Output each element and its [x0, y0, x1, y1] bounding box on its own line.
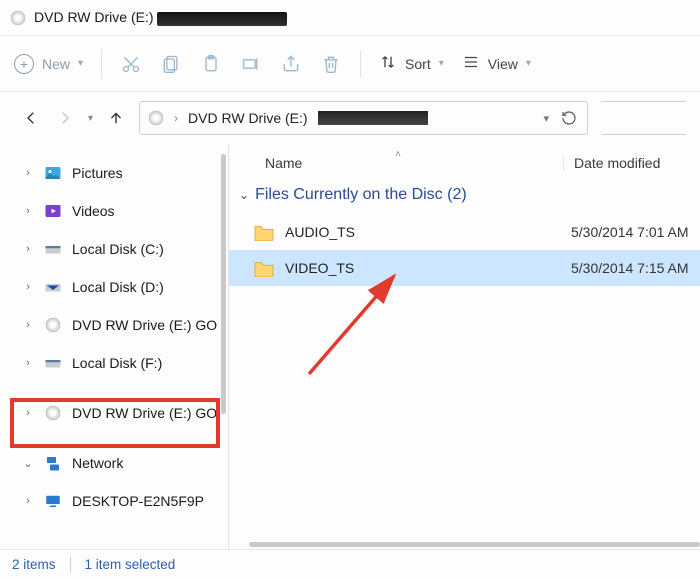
title-prefix: DVD RW Drive (E:) [34, 9, 154, 25]
refresh-button[interactable] [559, 108, 579, 128]
divider [360, 50, 361, 78]
view-icon [462, 53, 480, 74]
copy-icon[interactable] [160, 53, 182, 75]
tree-label: Pictures [72, 165, 123, 181]
horizontal-scrollbar[interactable] [249, 542, 700, 547]
pc-icon [44, 492, 62, 510]
sort-button[interactable]: Sort ▾ [379, 53, 444, 74]
expand-icon[interactable]: › [22, 319, 34, 331]
file-name: AUDIO_TS [285, 224, 571, 240]
drive-icon [44, 278, 62, 296]
back-button[interactable] [20, 107, 42, 129]
tree-label: Local Disk (F:) [72, 355, 162, 371]
plus-icon: + [14, 54, 34, 74]
column-name[interactable]: Name ˄ [265, 155, 563, 171]
expand-icon[interactable]: › [22, 495, 34, 507]
annotation-highlight [10, 398, 220, 448]
view-button[interactable]: View ▾ [462, 53, 531, 74]
collapse-icon[interactable]: ⌄ [239, 188, 249, 202]
address-path: DVD RW Drive (E:) [188, 110, 308, 126]
file-row-audio-ts[interactable]: AUDIO_TS 5/30/2014 7:01 AM [229, 214, 700, 250]
tree-label: Local Disk (C:) [72, 241, 164, 257]
view-label: View [488, 56, 518, 72]
chevron-down-icon: ▾ [78, 58, 83, 69]
forward-button[interactable] [54, 107, 76, 129]
sort-label: Sort [405, 56, 431, 72]
expand-icon[interactable]: › [22, 281, 34, 293]
tree-scrollbar[interactable] [221, 154, 226, 414]
group-label: Files Currently on the Disc (2) [255, 186, 467, 204]
group-header[interactable]: ⌄ Files Currently on the Disc (2) [229, 182, 700, 214]
videos-icon [44, 202, 62, 220]
network-icon [44, 454, 62, 472]
column-date-label: Date modified [574, 155, 660, 171]
new-button[interactable]: + New ▾ [14, 54, 83, 74]
expand-icon[interactable]: › [22, 243, 34, 255]
history-dropdown[interactable]: ▾ [88, 113, 93, 124]
nav-row: ▾ › DVD RW Drive (E:) ▾ [0, 92, 700, 144]
chevron-right-icon: › [174, 111, 178, 125]
divider [101, 50, 102, 78]
expand-icon[interactable]: › [22, 167, 34, 179]
column-name-label: Name [265, 155, 302, 171]
main: › Pictures › Videos › Local Disk (C:) › … [0, 144, 700, 549]
tree-label: Local Disk (D:) [72, 279, 164, 295]
tree-item-drive-f[interactable]: › Local Disk (F:) [0, 344, 228, 382]
file-date: 5/30/2014 7:01 AM [571, 224, 700, 240]
tree-label: DVD RW Drive (E:) GO [72, 317, 217, 333]
redacted-title-text [157, 12, 287, 26]
folder-icon [253, 223, 275, 241]
titlebar: DVD RW Drive (E:) [0, 0, 700, 36]
toolbar: + New ▾ Sort ▾ View ▾ [0, 36, 700, 92]
sort-asc-icon: ˄ [395, 149, 401, 160]
expand-icon[interactable]: › [22, 205, 34, 217]
folder-icon [253, 259, 275, 277]
drive-icon [44, 354, 62, 372]
tree-label: Network [72, 455, 123, 471]
collapse-icon[interactable]: ⌄ [22, 457, 34, 470]
share-icon[interactable] [280, 53, 302, 75]
chevron-down-icon: ▾ [526, 58, 531, 69]
address-dropdown[interactable]: ▾ [543, 112, 549, 125]
file-row-video-ts[interactable]: VIDEO_TS 5/30/2014 7:15 AM [229, 250, 700, 286]
sort-icon [379, 53, 397, 74]
up-button[interactable] [105, 107, 127, 129]
address-bar[interactable]: › DVD RW Drive (E:) ▾ [139, 101, 588, 135]
column-date[interactable]: Date modified [563, 155, 700, 171]
drive-icon [44, 240, 62, 258]
window-title: DVD RW Drive (E:) [34, 9, 287, 25]
tree-item-dvd-e[interactable]: › DVD RW Drive (E:) GO [0, 306, 228, 344]
nav-tree: › Pictures › Videos › Local Disk (C:) › … [0, 144, 228, 549]
expand-icon[interactable]: › [22, 357, 34, 369]
pictures-icon [44, 164, 62, 182]
tree-label: DESKTOP-E2N5F9P [72, 493, 204, 509]
disc-icon [148, 110, 164, 126]
divider [70, 557, 71, 573]
tree-label: Videos [72, 203, 115, 219]
new-label: New [42, 56, 70, 72]
file-name: VIDEO_TS [285, 260, 571, 276]
content-pane: Name ˄ Date modified ⌄ Files Currently o… [228, 144, 700, 549]
disc-icon [44, 316, 62, 334]
search-input[interactable] [600, 101, 686, 135]
redacted-path-text [318, 111, 428, 125]
tree-item-pictures[interactable]: › Pictures [0, 154, 228, 192]
status-selected-count: 1 item selected [85, 557, 176, 572]
rename-icon[interactable] [240, 53, 262, 75]
tree-item-desktop-pc[interactable]: › DESKTOP-E2N5F9P [0, 482, 228, 520]
tree-item-network[interactable]: ⌄ Network [0, 444, 228, 482]
cut-icon[interactable] [120, 53, 142, 75]
disc-icon [10, 10, 26, 26]
status-bar: 2 items 1 item selected [0, 549, 700, 579]
delete-icon[interactable] [320, 53, 342, 75]
tree-item-videos[interactable]: › Videos [0, 192, 228, 230]
file-date: 5/30/2014 7:15 AM [571, 260, 700, 276]
paste-icon[interactable] [200, 53, 222, 75]
chevron-down-icon: ▾ [439, 58, 444, 69]
column-headers: Name ˄ Date modified [229, 144, 700, 182]
tree-item-drive-d[interactable]: › Local Disk (D:) [0, 268, 228, 306]
tree-item-drive-c[interactable]: › Local Disk (C:) [0, 230, 228, 268]
status-item-count: 2 items [12, 557, 56, 572]
